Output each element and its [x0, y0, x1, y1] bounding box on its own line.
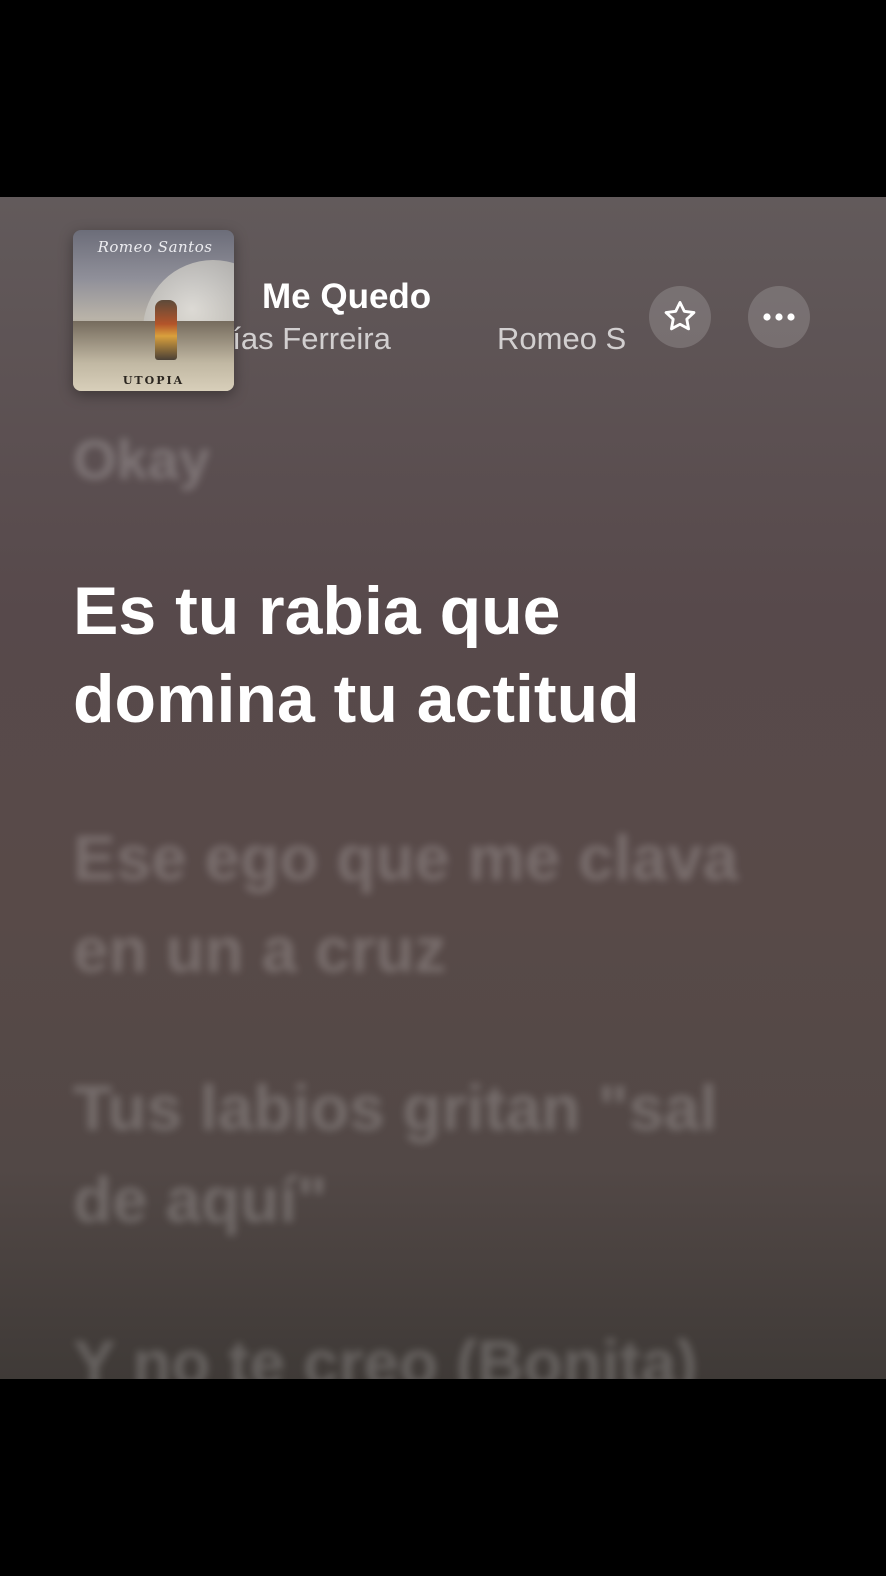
star-outline-icon [664, 301, 696, 331]
ellipsis-icon [763, 313, 795, 321]
artist-name: rías Ferreira [234, 321, 391, 356]
more-options-button[interactable] [748, 286, 810, 348]
lyric-line-upcoming[interactable]: Y no te creo (Bonita) [73, 1317, 793, 1379]
lyric-line-current[interactable]: Es tu rabia que domina tu actitud [73, 567, 793, 743]
artist-name: Romeo S [497, 321, 627, 356]
lyrics-screen: Romeo Santos UTOPIA Me Quedo rías Ferrei… [0, 197, 886, 1379]
album-artwork[interactable]: Romeo Santos UTOPIA [73, 230, 234, 391]
lyric-line-previous[interactable]: Okay [73, 425, 833, 495]
song-title[interactable]: Me Quedo [262, 277, 431, 317]
lyric-line-upcoming[interactable]: Ese ego que me clava en un a cruz [73, 812, 793, 996]
lyric-line-upcoming[interactable]: Tus labios gritan "sal de aquí" [73, 1062, 793, 1246]
artist-marquee[interactable]: rías Ferreira Romeo S [234, 321, 642, 365]
top-letterbox [0, 0, 886, 197]
bottom-letterbox [0, 1379, 886, 1576]
artwork-figure [155, 300, 177, 360]
artwork-script-text: Romeo Santos [97, 238, 213, 256]
favorite-button[interactable] [649, 286, 711, 348]
artwork-album-name: UTOPIA [122, 374, 185, 387]
